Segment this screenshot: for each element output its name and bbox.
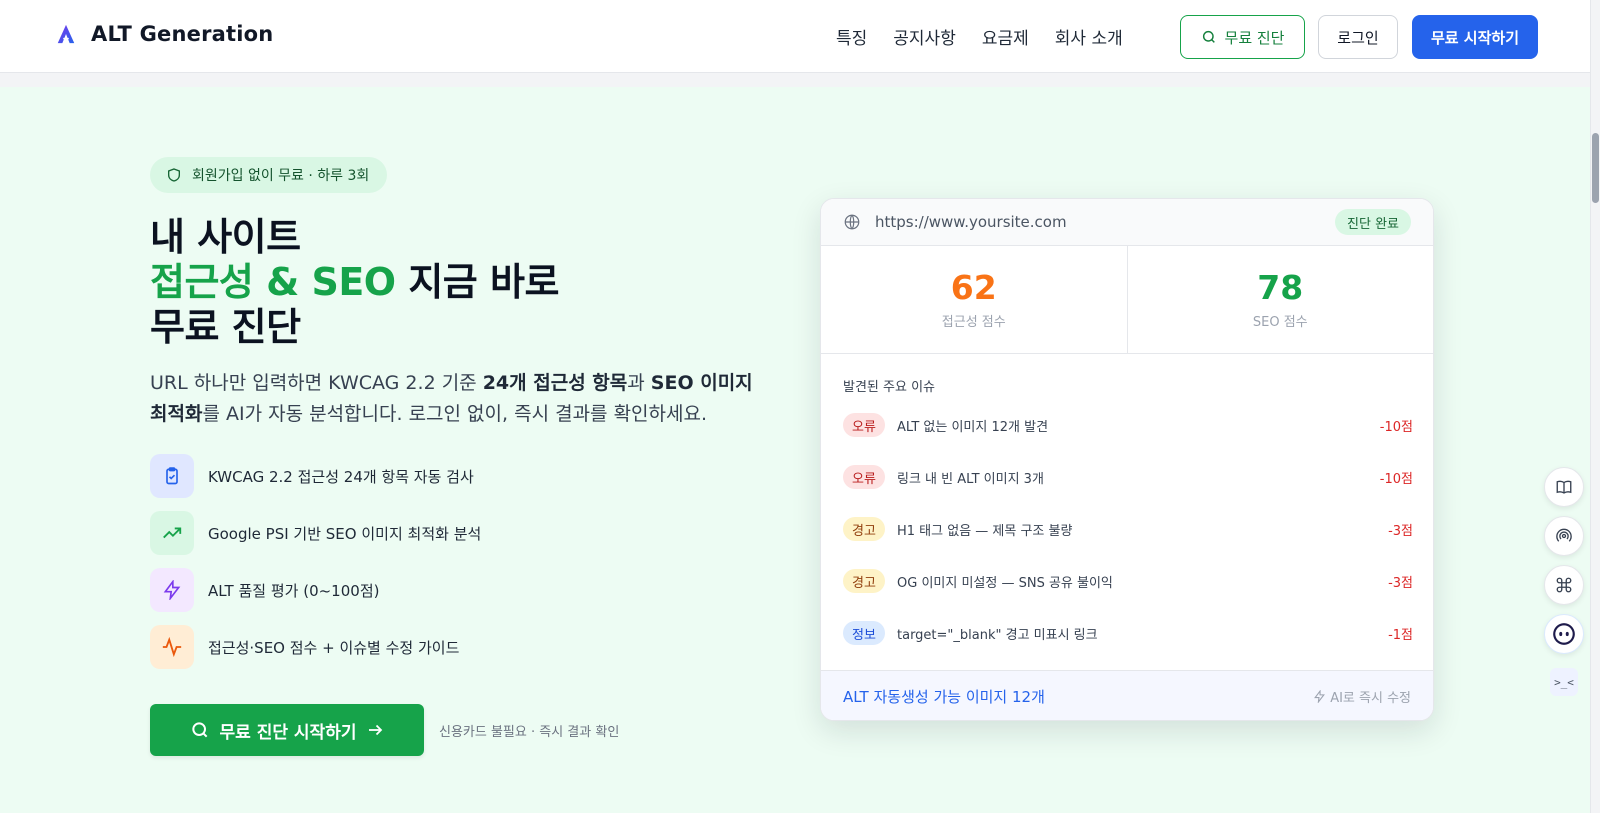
seo-score-label: SEO 점수 [1252,315,1308,330]
start-diagnosis-label: 무료 진단 시작하기 [219,722,357,743]
ai-fix-label: AI로 즉시 수정 [1330,691,1411,706]
page-scrollbar[interactable] [1590,0,1600,813]
terminal-icon[interactable]: >_< [1550,668,1578,696]
assistant-face-icon[interactable] [1544,614,1584,654]
top-header: ALT Generation 특징 공지사항 요금제 회사 소개 무료 진단 로… [0,0,1590,73]
card-footer: ALT 자동생성 가능 이미지 12개 AI로 즉시 수정 [821,670,1433,720]
status-badge: 진단 완료 [1335,209,1411,235]
feature-item: ALT 품질 평가 (0~100점) [150,568,750,612]
free-start-button[interactable]: 무료 시작하기 [1412,15,1538,59]
trending-up-icon [150,511,194,555]
login-button[interactable]: 로그인 [1318,15,1398,59]
search-icon [1202,30,1215,43]
alt-autogen-link[interactable]: ALT 자동생성 가능 이미지 12개 [843,686,1045,707]
diagnosis-result-card: https://www.yoursite.com 진단 완료 62 접근성 점수… [820,198,1434,721]
brand-name: ALT Generation [91,22,274,46]
issue-row: 경고 H1 태그 없음 — 제목 구조 불량 -3점 [843,516,1413,542]
hero-headline: 내 사이트 접근성 & SEO 지금 바로 무료 진단 [150,215,559,350]
issue-points: -3점 [1388,575,1413,591]
free-badge: 회원가입 없이 무료 · 하루 3회 [150,157,388,193]
desc-text-2: 과 [627,372,651,394]
issue-tag: 오류 [843,413,885,437]
desc-text-3: 를 AI가 자동 분석합니다. 로그인 없이, 즉시 결과를 확인하세요. [202,403,708,425]
issue-row: 오류 링크 내 빈 ALT 이미지 3개 -10점 [843,464,1413,490]
issue-points: -3점 [1388,523,1413,539]
headline-line-3: 무료 진단 [150,305,301,349]
score-panel: 62 접근성 점수 78 SEO 점수 [821,246,1433,354]
issue-points: -1점 [1388,627,1413,643]
brand-logo[interactable]: ALT Generation [55,22,273,46]
issue-text: 링크 내 빈 ALT 이미지 3개 [897,471,1044,487]
cta-note: 신용카드 불필요 · 즉시 결과 확인 [439,725,620,740]
nav-item-pricing[interactable]: 요금제 [982,24,1029,49]
feature-item: KWCAG 2.2 접근성 24개 항목 자동 검사 [150,454,750,498]
seo-score-value: 78 [1257,268,1304,307]
feature-item: Google PSI 기반 SEO 이미지 최적화 분석 [150,511,750,555]
free-diagnose-button[interactable]: 무료 진단 [1180,15,1305,59]
issue-row: 경고 OG 이미지 미설정 — SNS 공유 불이익 -3점 [843,568,1413,594]
issue-row: 오류 ALT 없는 이미지 12개 발견 -10점 [843,412,1413,438]
clipboard-check-icon [150,454,194,498]
free-diagnose-label: 무료 진단 [1224,28,1285,47]
accessibility-score: 62 접근성 점수 [821,246,1127,353]
headline-line-2-rest: 지금 바로 [395,260,559,304]
issue-text: target="_blank" 경고 미표시 링크 [897,627,1098,643]
feature-label: KWCAG 2.2 접근성 24개 항목 자동 검사 [208,467,474,486]
shield-icon [168,168,180,182]
card-url-bar: https://www.yoursite.com 진단 완료 [821,199,1433,246]
search-icon [191,722,207,738]
main-nav: 특징 공지사항 요금제 회사 소개 [836,24,1123,49]
issue-tag: 경고 [843,569,885,593]
issue-text: ALT 없는 이미지 12개 발견 [897,419,1049,435]
broadcast-icon[interactable] [1544,516,1584,556]
logo-icon [57,24,75,44]
desc-text-1: URL 하나만 입력하면 KWCAG 2.2 기준 [150,372,483,394]
issue-text: H1 태그 없음 — 제목 구조 불량 [897,523,1073,539]
feature-item: 접근성·SEO 점수 + 이슈별 수정 가이드 [150,625,750,669]
accessibility-score-value: 62 [950,268,997,307]
arrow-right-icon [369,724,383,736]
headline-line-2: 접근성 & SEO 지금 바로 [150,260,559,305]
issue-text: OG 이미지 미설정 — SNS 공유 불이익 [897,575,1113,591]
page-scrollbar-thumb[interactable] [1592,133,1599,203]
lightning-icon [150,568,194,612]
activity-icon [150,625,194,669]
globe-icon [844,214,860,230]
feature-label: 접근성·SEO 점수 + 이슈별 수정 가이드 [208,638,460,657]
hero-description: URL 하나만 입력하면 KWCAG 2.2 기준 24개 접근성 항목과 SE… [150,368,760,430]
site-url: https://www.yoursite.com [875,213,1067,231]
ai-fix-link[interactable]: AI로 즉시 수정 [1313,687,1411,706]
feature-label: Google PSI 기반 SEO 이미지 최적화 분석 [208,524,482,543]
accessibility-score-label: 접근성 점수 [941,315,1006,330]
issues-title: 발견된 주요 이슈 [843,380,935,395]
hero-section: 회원가입 없이 무료 · 하루 3회 내 사이트 접근성 & SEO 지금 바로… [0,87,1590,813]
nav-item-notices[interactable]: 공지사항 [893,24,956,49]
headline-line-1: 내 사이트 [150,215,301,259]
issue-tag: 경고 [843,517,885,541]
lightning-icon [1314,690,1326,703]
issue-tag: 정보 [843,621,885,645]
book-icon[interactable] [1544,467,1584,507]
free-badge-text: 회원가입 없이 무료 · 하루 3회 [192,168,370,184]
desc-bold-1: 24개 접근성 항목 [482,372,628,394]
headline-accent: 접근성 & SEO [150,260,396,304]
nav-item-about[interactable]: 회사 소개 [1055,24,1123,49]
issue-row: 정보 target="_blank" 경고 미표시 링크 -1점 [843,620,1413,646]
issue-tag: 오류 [843,465,885,489]
command-icon[interactable] [1544,565,1584,605]
issue-points: -10점 [1379,471,1413,487]
nav-item-features[interactable]: 특징 [836,24,867,49]
start-diagnosis-button[interactable]: 무료 진단 시작하기 [150,704,424,756]
seo-score: 78 SEO 점수 [1126,246,1434,353]
issue-points: -10점 [1379,419,1413,435]
feature-label: ALT 품질 평가 (0~100점) [208,581,380,600]
